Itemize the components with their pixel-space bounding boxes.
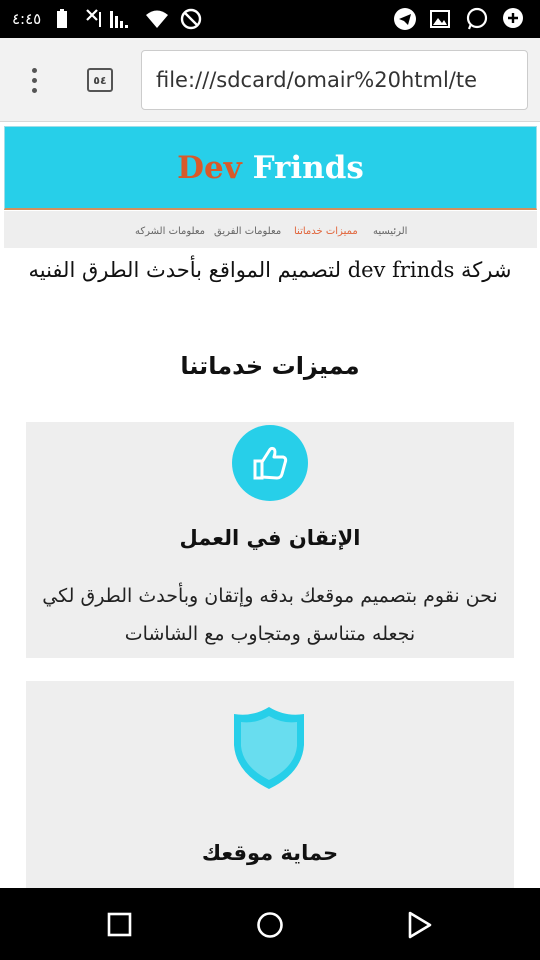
feature-card: الإتقان في العمل نحن نقوم بتصميم موقعك ب…	[26, 422, 514, 658]
status-bar: ٤:٤٥	[0, 0, 540, 38]
feature-card: حماية موقعك	[26, 681, 514, 891]
nav-company[interactable]: معلومات الشركه	[135, 226, 205, 237]
site-nav: الرئيسيه مميزات خدماتنا معلومات الفريق م…	[4, 211, 537, 248]
status-time: ٤:٤٥	[12, 10, 42, 28]
logo-part-frinds: Frinds	[252, 149, 364, 186]
feature-title: حماية موقعك	[201, 841, 339, 865]
home-icon[interactable]	[255, 910, 285, 940]
thumbs-up-icon	[232, 425, 308, 501]
site-logo[interactable]: Dev Frinds	[177, 150, 364, 186]
whatsapp-icon	[466, 7, 488, 30]
back-icon[interactable]	[405, 910, 435, 940]
android-nav-bar	[0, 888, 540, 960]
intro-text: شركة dev frinds لتصميم المواقع بأحدث الط…	[28, 258, 512, 282]
image-icon	[430, 10, 450, 28]
menu-icon[interactable]	[22, 66, 48, 96]
battery-icon	[57, 9, 67, 28]
url-input[interactable]	[142, 51, 527, 109]
wifi-icon	[146, 10, 168, 28]
site-header: Dev Frinds	[4, 126, 537, 210]
signal-icon	[110, 11, 128, 28]
notification-icon	[503, 8, 523, 28]
url-bar[interactable]	[141, 50, 528, 110]
shield-icon	[234, 707, 304, 789]
logo-part-dev: Dev	[177, 149, 242, 186]
feature-text: نحن نقوم بتصميم موقعك بدقه وإتقان وبأحدث…	[42, 585, 498, 645]
tab-switcher-button[interactable]: ٥٤	[87, 68, 113, 92]
do-not-disturb-icon	[180, 8, 202, 30]
nav-home[interactable]: الرئيسيه	[373, 226, 407, 237]
telegram-icon	[394, 8, 416, 30]
nav-services[interactable]: مميزات خدماتنا	[294, 226, 358, 237]
signal-off-icon	[86, 9, 101, 27]
nav-team[interactable]: معلومات الفريق	[214, 226, 281, 237]
recent-apps-icon[interactable]	[105, 910, 135, 940]
browser-toolbar: ٥٤	[0, 38, 540, 122]
section-title: مميزات خدماتنا	[180, 352, 360, 380]
feature-title: الإتقان في العمل	[179, 526, 361, 550]
